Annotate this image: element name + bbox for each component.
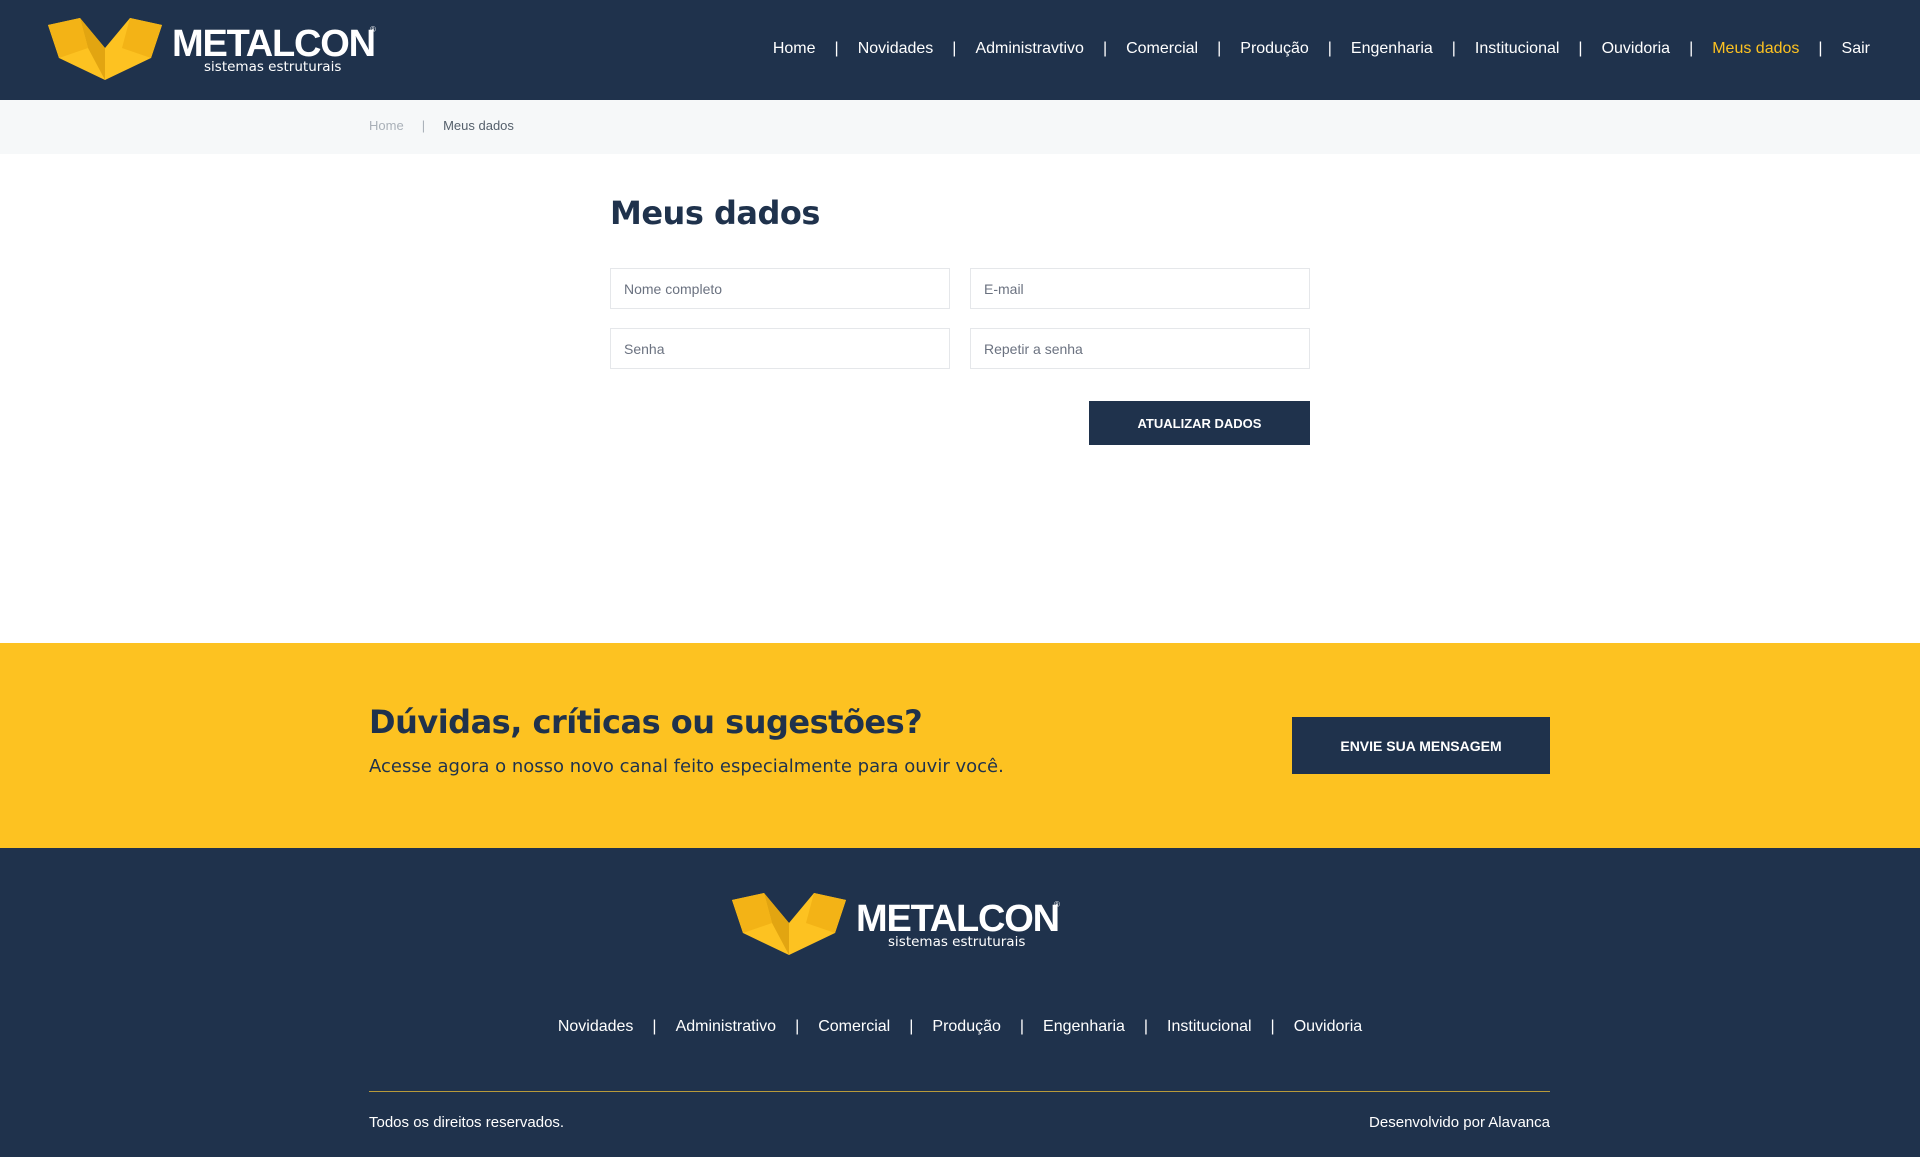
metalcon-m-icon: METALCON ® sistemas estruturais — [732, 893, 1060, 955]
registered-mark: ® — [370, 25, 376, 34]
footer-nav-separator: | — [1143, 1018, 1149, 1035]
footer-nav-link-ouvidoria[interactable]: Ouvidoria — [1294, 1018, 1362, 1036]
registered-mark: ® — [1054, 900, 1060, 909]
nav-link-meus-dados[interactable]: Meus dados — [1712, 40, 1799, 58]
footer-nav-link-novidades[interactable]: Novidades — [558, 1018, 634, 1036]
nav-separator: | — [1327, 40, 1332, 57]
password-field[interactable] — [610, 328, 950, 369]
nav-separator: | — [952, 40, 957, 57]
site-footer: METALCON ® sistemas estruturais Novidade… — [0, 848, 1920, 1157]
email-field[interactable] — [970, 268, 1310, 309]
feedback-subtitle: Acesse agora o nosso novo canal feito es… — [369, 756, 1004, 777]
repeat-password-field[interactable] — [970, 328, 1310, 369]
developer-credit[interactable]: Desenvolvido por Alavanca — [1369, 1114, 1550, 1131]
footer-nav-link-engenharia[interactable]: Engenharia — [1043, 1018, 1125, 1036]
nav-link-administravtivo[interactable]: Administravtivo — [975, 40, 1083, 58]
footer-nav-separator: | — [652, 1018, 657, 1035]
copyright-text: Todos os direitos reservados. — [369, 1114, 565, 1131]
breadcrumb-separator: | — [421, 118, 426, 133]
feedback-banner: Dúvidas, críticas ou sugestões? Acesse a… — [0, 643, 1920, 848]
brand-tagline: sistemas estruturais — [204, 59, 341, 75]
full-name-field[interactable] — [610, 268, 950, 309]
nav-separator: | — [1102, 40, 1108, 57]
nav-separator: | — [834, 40, 839, 57]
update-data-button[interactable]: ATUALIZAR DADOS — [1089, 401, 1310, 445]
nav-link-home[interactable]: Home — [773, 40, 816, 58]
footer-logo[interactable]: METALCON ® sistemas estruturais — [732, 893, 1062, 959]
nav-link-engenharia[interactable]: Engenharia — [1351, 40, 1433, 58]
breadcrumb-home[interactable]: Home — [369, 118, 404, 133]
nav-link-comercial[interactable]: Comercial — [1126, 40, 1198, 58]
footer-nav-separator: | — [909, 1018, 914, 1035]
footer-nav-link-producao[interactable]: Produção — [932, 1018, 1001, 1036]
page-title: Meus dados — [610, 194, 820, 232]
footer-nav-separator: | — [1270, 1018, 1275, 1035]
main-nav: Home | Novidades | Administravtivo | Comercial… — [773, 38, 1870, 60]
nav-separator: | — [1217, 40, 1222, 57]
send-message-button[interactable]: ENVIE SUA MENSAGEM — [1292, 717, 1550, 774]
breadcrumb: Home | Meus dados — [369, 118, 514, 133]
nav-link-ouvidoria[interactable]: Ouvidoria — [1602, 40, 1670, 58]
header-logo[interactable]: METALCON ® sistemas estruturais — [48, 18, 378, 84]
nav-separator: | — [1578, 40, 1583, 57]
footer-nav: Novidades | Administrativo | Comercial | Produ… — [0, 1018, 1920, 1036]
nav-link-institucional[interactable]: Institucional — [1475, 40, 1560, 58]
footer-nav-separator: | — [795, 1018, 800, 1035]
nav-link-novidades[interactable]: Novidades — [858, 40, 934, 58]
site-header: METALCON ® sistemas estruturais Home | Nov… — [0, 0, 1920, 100]
brand-tagline: sistemas estruturais — [888, 934, 1025, 950]
footer-nav-separator: | — [1019, 1018, 1025, 1035]
feedback-title: Dúvidas, críticas ou sugestões? — [369, 703, 923, 741]
breadcrumb-current: Meus dados — [443, 118, 514, 133]
nav-separator: | — [1451, 40, 1456, 57]
nav-link-sair[interactable]: Sair — [1842, 40, 1870, 58]
footer-divider — [369, 1091, 1550, 1092]
nav-separator: | — [1689, 40, 1694, 57]
breadcrumb-bar: Home | Meus dados — [0, 100, 1920, 154]
footer-nav-link-administrativo[interactable]: Administrativo — [676, 1018, 776, 1036]
nav-link-producao[interactable]: Produção — [1240, 40, 1309, 58]
metalcon-m-icon: METALCON ® sistemas estruturais — [48, 18, 376, 80]
footer-nav-link-comercial[interactable]: Comercial — [818, 1018, 890, 1036]
footer-nav-link-institucional[interactable]: Institucional — [1167, 1018, 1252, 1036]
nav-separator: | — [1818, 40, 1823, 57]
